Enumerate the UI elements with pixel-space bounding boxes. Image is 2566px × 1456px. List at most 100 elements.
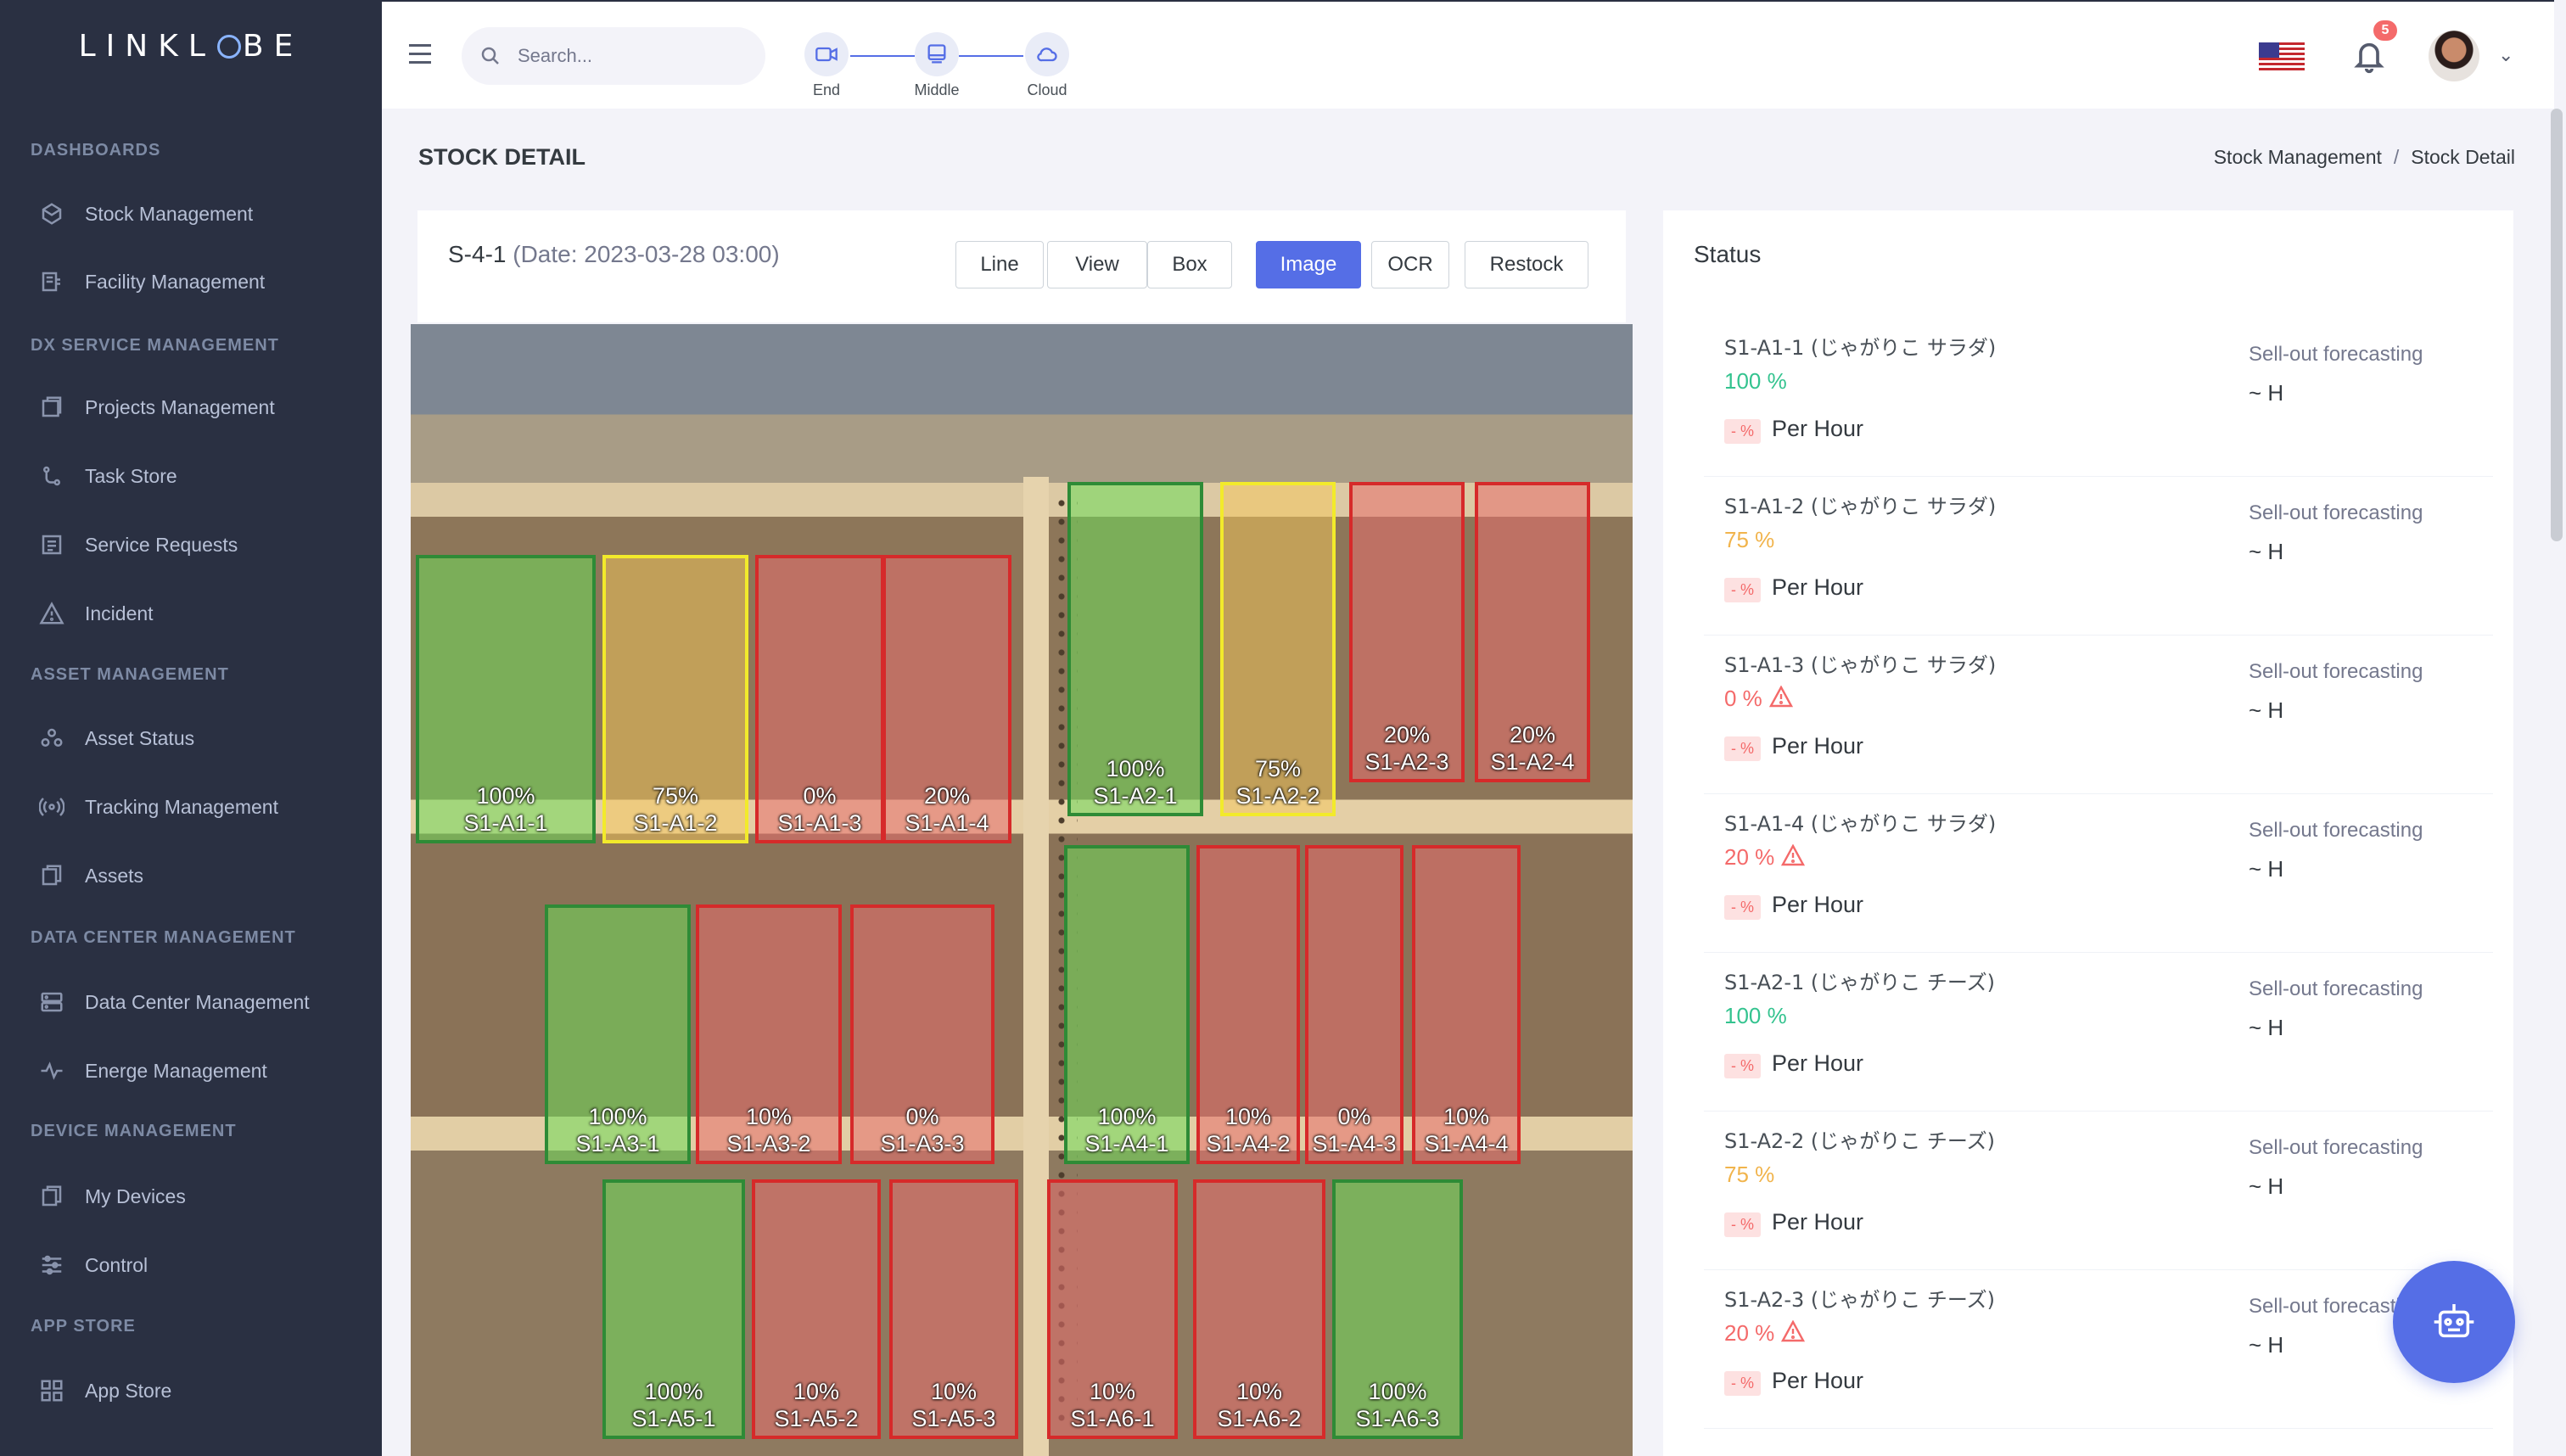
sidebar-item-incident[interactable]: Incident (37, 596, 377, 630)
status-item-name: S1-A1-3 (じゃがりこ サラダ) (1724, 653, 1997, 677)
detection-box[interactable]: 100% S1-A3-1 (545, 904, 691, 1164)
ocr-view-button[interactable]: OCR (1371, 241, 1449, 288)
notification-badge: 5 (2373, 20, 2397, 41)
detection-box[interactable]: 20% S1-A1-4 (882, 555, 1011, 843)
detection-percent: 100% (588, 1104, 647, 1129)
us-flag-icon[interactable] (2259, 42, 2305, 73)
step-middle[interactable]: Middle (894, 32, 979, 99)
detection-percent: 20% (923, 783, 971, 809)
sidebar-item-label: Incident (85, 602, 154, 624)
status-item[interactable]: S1-A2-2 (じゃがりこ チーズ) 75 % - % Per Hour Sell-o… (1704, 1112, 2493, 1270)
status-item[interactable]: S1-A2-1 (じゃがりこ チーズ) 100 % - % Per Hour Sell-… (1704, 954, 2493, 1112)
detection-code: S1-A3-1 (575, 1131, 660, 1156)
detection-box[interactable]: 10% S1-A6-2 (1193, 1179, 1325, 1439)
detection-box[interactable]: 20% S1-A2-3 (1349, 482, 1465, 782)
sidebar-item-my-devices[interactable]: My Devices (37, 1179, 377, 1213)
status-item[interactable]: S1-A1-3 (じゃがりこ サラダ) 0 % - % Per Hour Sell-ou… (1704, 636, 2493, 794)
hard-drive-icon (927, 44, 946, 64)
chevron-down-icon[interactable]: ⌄ (2498, 44, 2513, 66)
detection-box[interactable]: 75% S1-A1-2 (602, 555, 748, 843)
status-item[interactable]: S1-A1-4 (じゃがりこ サラダ) 20 % - % Per Hour Sell-o… (1704, 795, 2493, 953)
sidebar-item-energe-management[interactable]: Energe Management (37, 1054, 377, 1088)
search-box[interactable] (462, 27, 765, 85)
detection-box[interactable]: 10% S1-A5-2 (752, 1179, 881, 1439)
search-input[interactable] (518, 45, 738, 67)
detection-box[interactable]: 100% S1-A5-1 (602, 1179, 745, 1439)
sidebar-item-control[interactable]: Control (37, 1248, 377, 1282)
detection-box[interactable]: 10% S1-A4-4 (1412, 845, 1521, 1164)
detection-box[interactable]: 75% S1-A2-2 (1220, 482, 1336, 816)
status-item-name: S1-A2-2 (じゃがりこ チーズ) (1724, 1129, 1996, 1153)
forecast-hours: ~ H (2249, 539, 2284, 564)
detection-box[interactable]: 100% S1-A1-1 (416, 555, 596, 843)
detection-box[interactable]: 10% S1-A6-1 (1047, 1179, 1178, 1439)
sidebar-item-label: App Store (85, 1379, 172, 1402)
restock-view-button[interactable]: Restock (1465, 241, 1588, 288)
facility-management-icon (37, 269, 66, 294)
sidebar-item-label: Data Center Management (85, 990, 310, 1013)
step-end[interactable]: End (784, 32, 869, 99)
status-item[interactable]: S1-A1-2 (じゃがりこ サラダ) 75 % - % Per Hour Sell-o… (1704, 478, 2493, 636)
avatar[interactable] (2429, 31, 2479, 81)
detection-box[interactable]: 0% S1-A4-3 (1305, 845, 1403, 1164)
warning-icon (1768, 685, 1793, 714)
status-item[interactable]: S1-A2-3 (じゃがりこ チーズ) 20 % - % Per Hour Sell-o… (1704, 1271, 2493, 1429)
detection-code: S1-A1-3 (777, 810, 862, 836)
rate-tag: - % (1724, 736, 1761, 761)
image-view-button[interactable]: Image (1256, 241, 1361, 288)
detection-box[interactable]: 0% S1-A3-3 (850, 904, 994, 1164)
detection-box[interactable]: 10% S1-A3-2 (696, 904, 842, 1164)
sidebar-item-facility-management[interactable]: Facility Management (37, 265, 377, 299)
detection-percent: 20% (1383, 722, 1431, 748)
detection-box[interactable]: 0% S1-A1-3 (755, 555, 884, 843)
sidebar-item-tracking-management[interactable]: Tracking Management (37, 790, 377, 824)
status-item-name: S1-A1-1 (じゃがりこ サラダ) (1724, 336, 1997, 360)
status-item-percent: 20 % (1724, 1319, 1806, 1348)
sidebar-item-label: Energe Management (85, 1059, 267, 1082)
sidebar-item-app-store[interactable]: App Store (37, 1374, 377, 1408)
detection-code: S1-A4-1 (1084, 1131, 1169, 1156)
view-view-button[interactable]: View (1047, 241, 1147, 288)
sidebar-item-service-requests[interactable]: Service Requests (37, 528, 377, 562)
box-view-button[interactable]: Box (1147, 241, 1232, 288)
status-item[interactable]: S1-A1-1 (じゃがりこ サラダ) 100 % - % Per Hour Sell-… (1704, 319, 2493, 477)
step-cloud[interactable]: Cloud (1005, 32, 1090, 99)
detection-box[interactable]: 100% S1-A2-1 (1067, 482, 1203, 816)
detection-percent: 100% (644, 1379, 703, 1404)
globe-icon (216, 35, 241, 59)
sidebar-section-title: ASSET MANAGEMENT (31, 665, 229, 684)
brand-logo[interactable]: LINKL BE (0, 29, 382, 64)
detection-code: S1-A4-3 (1312, 1131, 1397, 1156)
status-item-name: S1-A1-2 (じゃがりこ サラダ) (1724, 495, 1997, 518)
detection-code: S1-A6-1 (1070, 1406, 1155, 1431)
control-icon (37, 1252, 66, 1278)
line-view-button[interactable]: Line (955, 241, 1044, 288)
page-scrollbar[interactable] (2551, 109, 2563, 541)
detection-box[interactable]: 10% S1-A5-3 (889, 1179, 1018, 1439)
detection-box[interactable]: 20% S1-A2-4 (1475, 482, 1590, 782)
detection-percent: 20% (1509, 722, 1556, 748)
sidebar-item-stock-management[interactable]: Stock Management (37, 197, 377, 231)
robot-icon (2434, 1304, 2474, 1338)
sidebar-item-data-center-management[interactable]: Data Center Management (37, 985, 377, 1019)
sidebar-item-label: Control (85, 1253, 148, 1276)
sidebar-item-asset-status[interactable]: Asset Status (37, 721, 377, 755)
sidebar-item-task-store[interactable]: Task Store (37, 459, 377, 493)
detection-box[interactable]: 100% S1-A6-3 (1332, 1179, 1463, 1439)
breadcrumb-link[interactable]: Stock Management (2214, 146, 2382, 168)
detection-percent: 75% (1254, 756, 1302, 781)
forecast-label: Sell-out forecasting (2249, 660, 2423, 683)
bell-icon[interactable] (2352, 37, 2386, 75)
detection-percent: 10% (1443, 1104, 1490, 1129)
detection-percent: 0% (1337, 1104, 1371, 1129)
detection-code: S1-A5-2 (774, 1406, 859, 1431)
chatbot-button[interactable] (2393, 1261, 2515, 1383)
sidebar-item-assets[interactable]: Assets (37, 859, 377, 893)
rate-tag: - % (1724, 419, 1761, 444)
sidebar-item-projects-management[interactable]: Projects Management (37, 390, 377, 424)
detection-box[interactable]: 10% S1-A4-2 (1196, 845, 1300, 1164)
detection-box[interactable]: 100% S1-A4-1 (1064, 845, 1190, 1164)
forecast-hours: ~ H (2249, 856, 2284, 882)
menu-toggle-icon[interactable] (409, 44, 431, 70)
topbar: End Middle Cloud 5 ⌄ (382, 0, 2554, 109)
